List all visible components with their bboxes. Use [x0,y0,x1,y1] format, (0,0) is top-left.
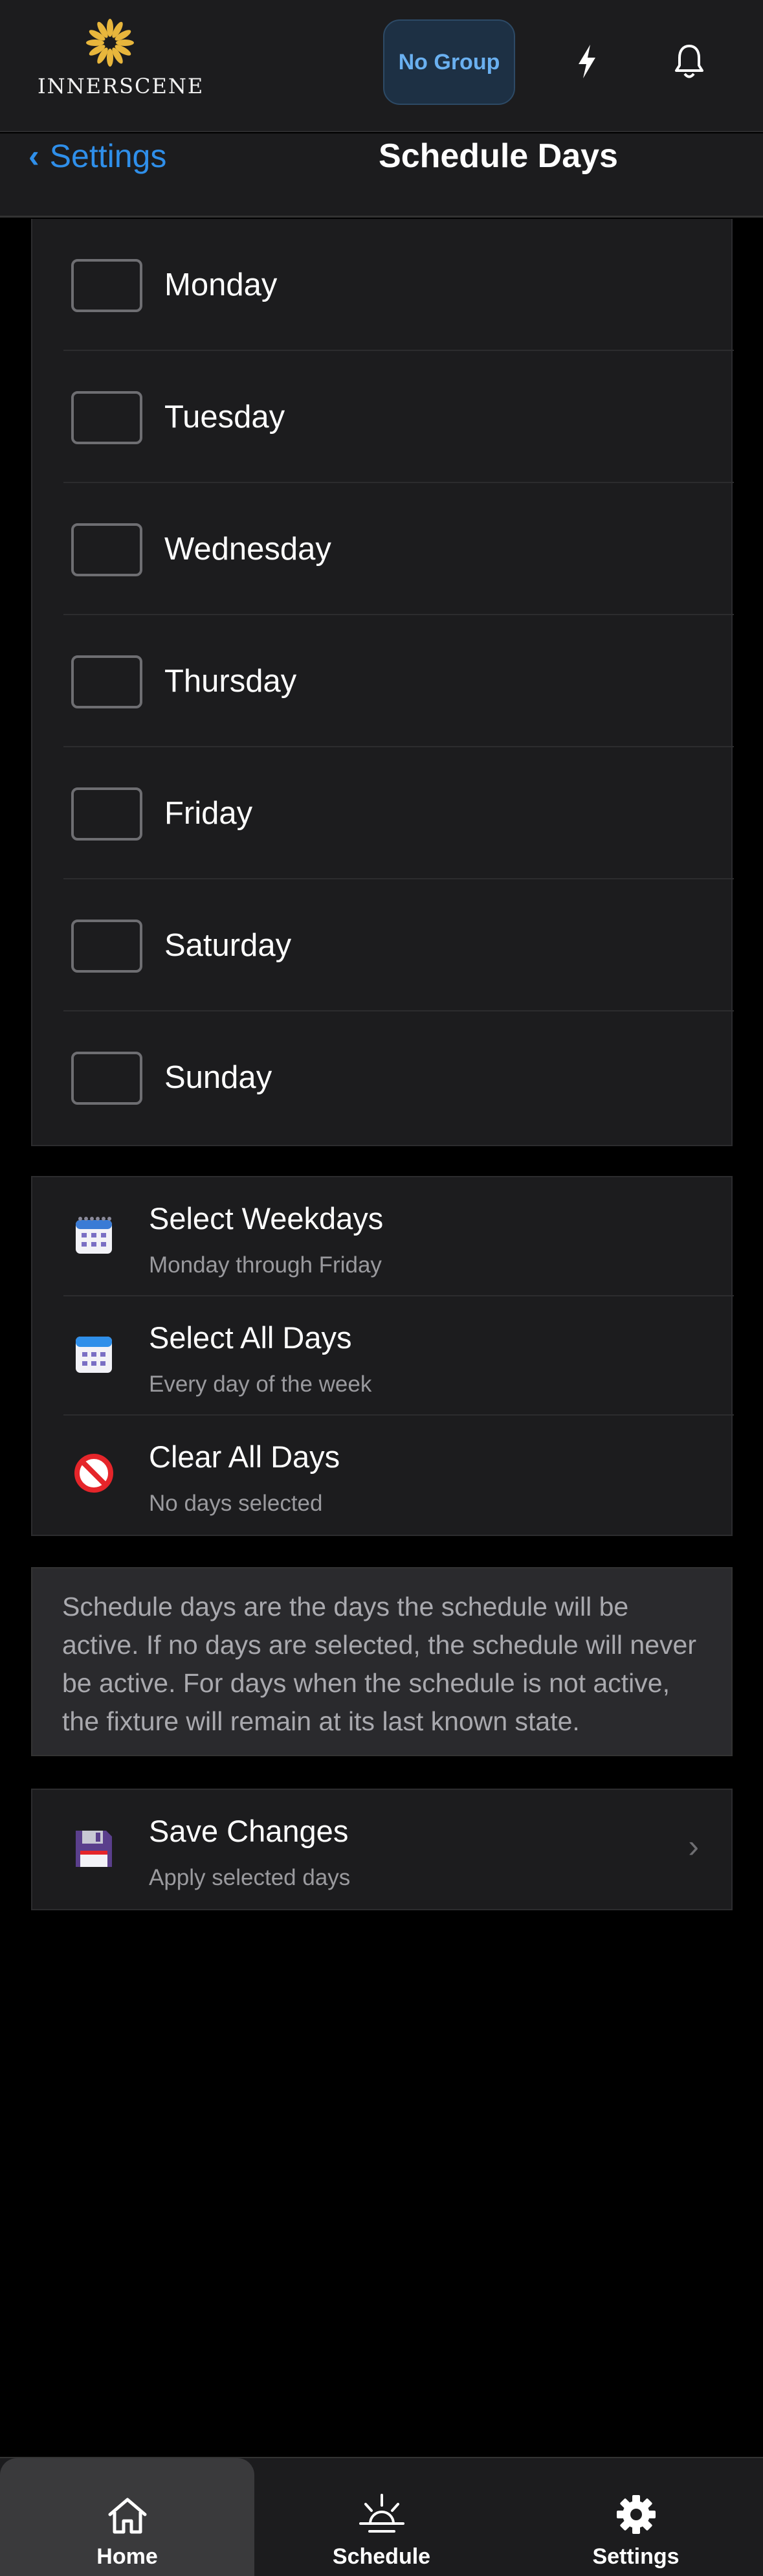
day-row-wednesday[interactable]: Wednesday [32,483,734,615]
day-label: Saturday [164,928,292,963]
day-row-sunday[interactable]: Sunday [32,1011,734,1144]
logo-text: INNERSCENE [38,74,205,98]
day-row-saturday[interactable]: Saturday [32,879,734,1011]
group-selector-button[interactable]: No Group [383,19,515,105]
back-link-label: Settings [49,138,167,174]
calendar-icon [76,1337,112,1373]
tab-label: Settings [592,2544,680,2569]
action-subtitle: Every day of the week [149,1372,372,1397]
sunrise-icon [359,2494,404,2533]
action-subtitle: Monday through Friday [149,1252,382,1278]
day-row-friday[interactable]: Friday [32,747,734,879]
tab-label: Home [96,2544,158,2569]
day-label: Wednesday [164,532,331,567]
day-label: Thursday [164,664,297,699]
checkbox-sunday[interactable] [71,1052,142,1105]
action-subtitle: No days selected [149,1491,323,1516]
checkbox-wednesday[interactable] [71,523,142,576]
gear-icon [616,2495,656,2534]
bottom-tab-bar: Home Schedule Settings [0,2457,763,2576]
action-title: Select Weekdays [149,1201,384,1236]
clear-all-days-button[interactable]: Clear All Days No days selected [32,1416,734,1535]
chevron-left-icon: ‹ [28,138,39,174]
checkbox-saturday[interactable] [71,920,142,973]
prohibited-icon [74,1454,113,1493]
select-weekdays-button[interactable]: Select Weekdays Monday through Friday [32,1177,734,1296]
days-list: Monday Tuesday Wednesday Thursday Friday… [31,219,734,1146]
day-label: Friday [164,796,253,831]
app-header: INNERSCENE No Group [0,0,763,132]
bell-icon[interactable] [668,40,711,83]
info-box: Schedule days are the days the schedule … [31,1567,733,1756]
chevron-right-icon: › [688,1828,699,1864]
day-label: Monday [164,267,278,302]
floppy-disk-icon [76,1831,112,1867]
day-row-tuesday[interactable]: Tuesday [32,351,734,483]
checkbox-friday[interactable] [71,787,142,841]
save-changes-button[interactable]: Save Changes Apply selected days › [31,1789,733,1910]
action-title: Save Changes [149,1814,349,1848]
day-row-thursday[interactable]: Thursday [32,615,734,747]
day-label: Tuesday [164,400,285,435]
select-all-days-button[interactable]: Select All Days Every day of the week [32,1296,734,1416]
day-row-monday[interactable]: Monday [32,219,734,351]
page-title: Schedule Days [379,137,618,175]
action-subtitle: Apply selected days [149,1865,351,1890]
back-to-settings-link[interactable]: ‹ Settings [28,133,166,179]
checkbox-monday[interactable] [71,259,142,312]
tab-settings[interactable]: Settings [509,2458,763,2576]
quick-actions-list: Select Weekdays Monday through Friday Se… [31,1176,734,1536]
calendar-spiral-icon [76,1217,112,1254]
sun-logo-icon [86,19,134,67]
home-icon [108,2498,146,2534]
action-title: Clear All Days [149,1440,340,1474]
checkbox-thursday[interactable] [71,655,142,708]
info-text: Schedule days are the days the schedule … [62,1592,696,1736]
day-label: Sunday [164,1060,272,1095]
tab-schedule[interactable]: Schedule [254,2458,509,2576]
tab-label: Schedule [332,2544,431,2569]
innerscene-logo: INNERSCENE [38,17,205,101]
checkbox-tuesday[interactable] [71,391,142,444]
tab-home[interactable]: Home [0,2458,254,2576]
action-title: Select All Days [149,1320,352,1355]
lightning-icon[interactable] [566,40,608,83]
